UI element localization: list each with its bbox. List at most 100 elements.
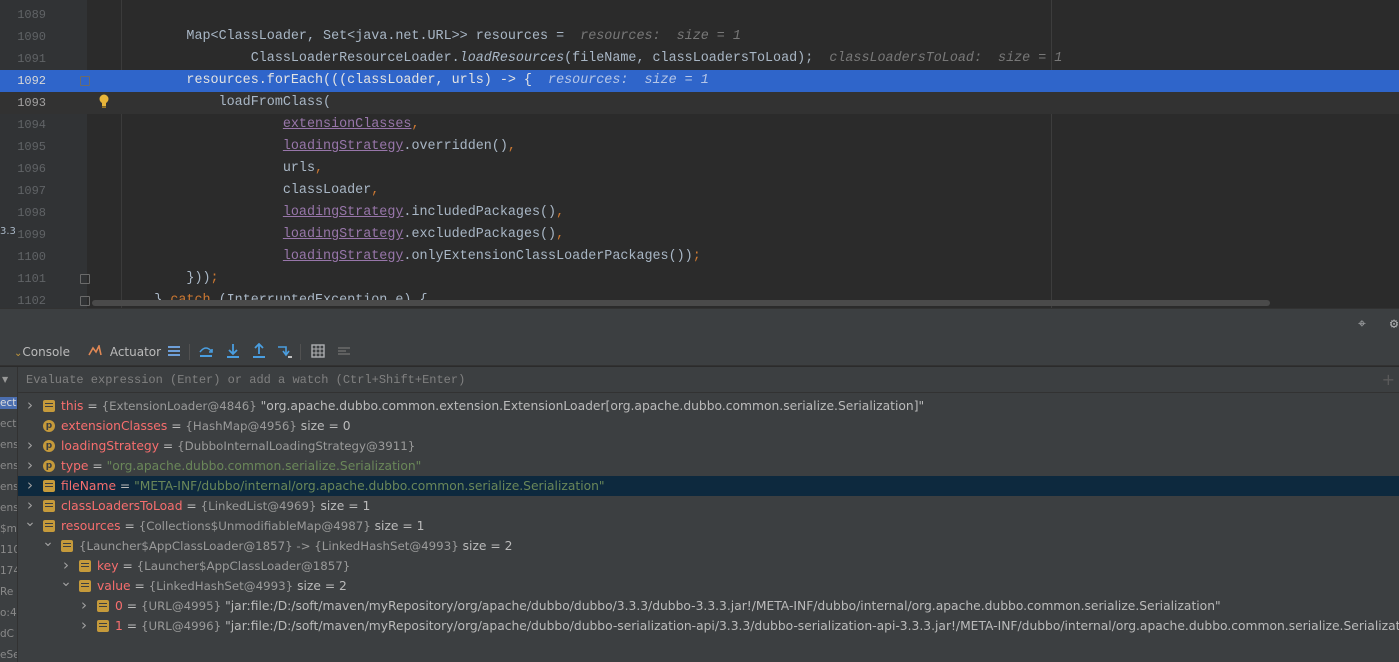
code-text[interactable]: loadFromClass( bbox=[90, 92, 332, 114]
evaluate-expression-icon[interactable] bbox=[310, 343, 326, 359]
variable-text: value = {LinkedHashSet@4993} size = 2 bbox=[97, 576, 347, 596]
variable-row[interactable]: › key = {Launcher$AppClassLoader@1857} bbox=[18, 556, 1399, 576]
frame-fragment[interactable]: ens bbox=[0, 460, 17, 472]
code-line[interactable]: 1091 ClassLoaderResourceLoader.loadResou… bbox=[0, 48, 1399, 70]
frame-fragment[interactable]: o:4 bbox=[0, 607, 17, 619]
code-line[interactable]: 1098 loadingStrategy.includedPackages(), bbox=[0, 202, 1399, 224]
variable-name: fileName bbox=[61, 479, 117, 493]
code-line[interactable]: 1093 loadFromClass( bbox=[0, 92, 1399, 114]
variable-row[interactable]: ⌄ value = {LinkedHashSet@4993} size = 2 bbox=[18, 574, 1399, 596]
line-number[interactable]: 1099 bbox=[12, 224, 46, 246]
step-into-icon[interactable] bbox=[225, 343, 241, 359]
line-number[interactable]: 1095 bbox=[12, 136, 46, 158]
variable-row[interactable]: ⌄ {Launcher$AppClassLoader@1857} -> {Link… bbox=[18, 534, 1399, 556]
frame-fragment[interactable]: ens bbox=[0, 502, 17, 514]
code-line[interactable]: 1094 extensionClasses, bbox=[0, 114, 1399, 136]
protected-field-icon: p bbox=[43, 460, 55, 472]
code-text[interactable]: resources.forEach(((classLoader, urls) -… bbox=[90, 70, 708, 92]
tab-console[interactable]: ⌄Console bbox=[14, 344, 70, 362]
frame-fragment[interactable]: ens bbox=[0, 439, 17, 451]
code-text[interactable]: Map<ClassLoader, Set<java.net.URL>> reso… bbox=[90, 26, 740, 48]
trace-icon[interactable] bbox=[336, 343, 352, 359]
code-text[interactable]: ClassLoaderResourceLoader.loadResources(… bbox=[90, 48, 1063, 70]
variable-type: {HashMap@4956} bbox=[185, 419, 297, 433]
fold-marker-icon[interactable] bbox=[80, 76, 90, 86]
code-line[interactable]: 1095 loadingStrategy.overridden(), bbox=[0, 136, 1399, 158]
code-text[interactable]: loadingStrategy.overridden(), bbox=[90, 136, 516, 158]
code-line[interactable]: 1096 urls, bbox=[0, 158, 1399, 180]
code-text[interactable]: extensionClasses, bbox=[90, 114, 420, 136]
line-number[interactable]: 1097 bbox=[12, 180, 46, 202]
gear-icon[interactable]: ⚙ bbox=[1386, 316, 1399, 332]
step-over-icon[interactable] bbox=[198, 343, 214, 359]
collapse-arrow-icon[interactable]: ▼ bbox=[2, 375, 8, 384]
crosshair-icon[interactable]: ⌖ bbox=[1354, 316, 1370, 332]
frame-fragment[interactable]: dC bbox=[0, 628, 14, 640]
step-out-icon[interactable] bbox=[251, 343, 267, 359]
variable-text: key = {Launcher$AppClassLoader@1857} bbox=[97, 556, 350, 576]
code-text[interactable]: loadingStrategy.includedPackages(), bbox=[90, 202, 564, 224]
chevron-right-icon[interactable]: › bbox=[24, 475, 36, 495]
horizontal-scrollbar[interactable] bbox=[92, 300, 1270, 306]
code-line[interactable]: 1092 resources.forEach(((classLoader, ur… bbox=[0, 70, 1399, 92]
code-line[interactable]: 1090 Map<ClassLoader, Set<java.net.URL>>… bbox=[0, 26, 1399, 48]
frame-fragment[interactable]: ens bbox=[0, 481, 17, 493]
variable-row[interactable]: ⌄ resources = {Collections$UnmodifiableMa… bbox=[18, 514, 1399, 536]
frame-fragment[interactable]: 110 bbox=[0, 544, 17, 556]
code-text[interactable]: loadingStrategy.onlyExtensionClassLoader… bbox=[90, 246, 701, 268]
line-number[interactable]: 1090 bbox=[12, 26, 46, 48]
fold-marker-icon[interactable] bbox=[80, 274, 90, 284]
variables-panel: ectectensensensens$m110174Reo:4dCeSe▼ + … bbox=[0, 367, 1399, 662]
fold-marker-icon[interactable] bbox=[80, 296, 90, 306]
frame-fragment[interactable]: $m bbox=[0, 523, 17, 535]
line-number[interactable]: 1096 bbox=[12, 158, 46, 180]
line-number[interactable]: 1101 bbox=[12, 268, 46, 290]
evaluate-expression-input[interactable] bbox=[26, 371, 1366, 389]
line-number[interactable]: 1091 bbox=[12, 48, 46, 70]
code-line[interactable]: 1100 loadingStrategy.onlyExtensionClassL… bbox=[0, 246, 1399, 268]
frames-strip[interactable]: ect ect ens ens ens ens $m 110 174 Re o:4 dC eSe ▼ bbox=[0, 367, 18, 662]
chevron-down-icon[interactable]: ⌄ bbox=[24, 512, 36, 532]
frame-fragment[interactable]: Re bbox=[0, 586, 13, 598]
threads-icon[interactable] bbox=[166, 343, 182, 359]
code-text[interactable]: urls, bbox=[90, 158, 323, 180]
line-number[interactable]: 1089 bbox=[12, 4, 46, 26]
code-text[interactable]: classLoader, bbox=[90, 180, 379, 202]
line-number[interactable]: 1100 bbox=[12, 246, 46, 268]
code-line[interactable]: 1097 classLoader, bbox=[0, 180, 1399, 202]
tab-actuator[interactable]: Actuator bbox=[88, 343, 161, 360]
variable-row[interactable]: p extensionClasses = {HashMap@4956} size … bbox=[18, 416, 1399, 436]
code-editor[interactable]: 3.3 1089 1090 Map<ClassLoader, Set<java.n… bbox=[0, 0, 1399, 308]
chevron-down-icon[interactable]: ⌄ bbox=[60, 572, 72, 592]
variable-row[interactable]: › 0 = {URL@4995} "jar:file:/D:/soft/maven… bbox=[18, 596, 1399, 616]
frame-fragment[interactable]: eSe bbox=[0, 649, 17, 661]
chevron-right-icon[interactable]: › bbox=[78, 595, 90, 615]
frame-fragment[interactable]: ect bbox=[0, 418, 16, 430]
chevron-right-icon[interactable]: › bbox=[24, 435, 36, 455]
chevron-right-icon[interactable]: › bbox=[78, 615, 90, 635]
line-number[interactable]: 1094 bbox=[12, 114, 46, 136]
add-watch-icon[interactable]: + bbox=[1382, 370, 1395, 389]
chevron-right-icon[interactable]: › bbox=[24, 395, 36, 415]
chevron-right-icon[interactable]: › bbox=[24, 455, 36, 475]
variable-row[interactable]: › p type = "org.apache.dubbo.common.serial… bbox=[18, 456, 1399, 476]
variable-row[interactable]: › classLoadersToLoad = {LinkedList@4969} … bbox=[18, 496, 1399, 516]
frame-fragment[interactable]: 174 bbox=[0, 565, 17, 577]
line-number[interactable]: 1092 bbox=[12, 70, 46, 92]
variable-row[interactable]: › 1 = {URL@4996} "jar:file:/D:/soft/maven… bbox=[18, 616, 1399, 636]
chevron-down-icon[interactable]: ⌄ bbox=[42, 532, 54, 552]
line-number[interactable]: 1098 bbox=[12, 202, 46, 224]
variable-row[interactable]: › fileName = "META-INF/dubbo/internal/org… bbox=[18, 476, 1399, 496]
variable-row[interactable]: › p loadingStrategy = {DubboInternalLoadin… bbox=[18, 436, 1399, 456]
line-number[interactable]: 1093 bbox=[12, 92, 46, 114]
code-text[interactable]: loadingStrategy.excludedPackages(), bbox=[90, 224, 564, 246]
code-line[interactable]: 1089 bbox=[0, 4, 1399, 26]
frame-fragment[interactable]: ect bbox=[0, 397, 17, 409]
variable-row[interactable]: › this = {ExtensionLoader@4846} "org.apac… bbox=[18, 396, 1399, 416]
line-number[interactable]: 1102 bbox=[12, 290, 46, 308]
code-text[interactable]: })); bbox=[90, 268, 218, 290]
code-line[interactable]: 1101 })); bbox=[0, 268, 1399, 290]
run-to-cursor-icon[interactable] bbox=[277, 343, 293, 359]
code-line[interactable]: 1099 loadingStrategy.excludedPackages(), bbox=[0, 224, 1399, 246]
lightbulb-icon[interactable] bbox=[98, 94, 110, 108]
